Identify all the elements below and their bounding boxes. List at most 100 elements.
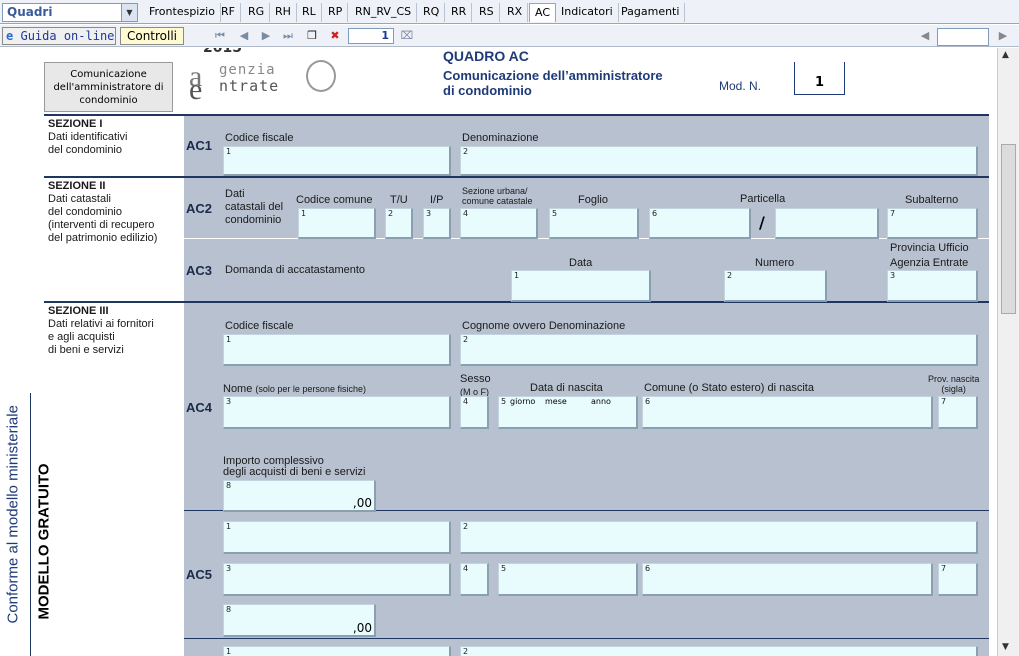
field-num: 2 bbox=[463, 522, 469, 531]
field-num: 3 bbox=[226, 397, 232, 406]
prev-page-icon[interactable]: ◀ bbox=[237, 29, 251, 43]
ac4-prov-2: (sigla) bbox=[941, 384, 966, 394]
guida-label: Guida on-line bbox=[20, 29, 115, 43]
guida-online-button[interactable]: e Guida on-line bbox=[2, 27, 116, 45]
field-num: 5 bbox=[501, 564, 507, 573]
tab-rn-rv-cs[interactable]: RN_RV_CS bbox=[350, 3, 418, 22]
conforme-text: Conforme al modello ministeriale bbox=[4, 405, 22, 624]
page-number-field[interactable]: 1 bbox=[348, 28, 394, 44]
ac2-foglio-field[interactable]: 5 bbox=[549, 208, 639, 239]
form-year: 2015 bbox=[203, 48, 242, 56]
tab-rs[interactable]: RS bbox=[474, 3, 500, 22]
tab-rx[interactable]: RX bbox=[502, 3, 529, 22]
field-num: 5 bbox=[552, 209, 558, 218]
ac5-nascita-field[interactable]: 5 bbox=[498, 563, 638, 596]
ac4-nome-field[interactable]: 3 bbox=[223, 396, 451, 429]
ac5-importo-field[interactable]: 8 ,00 bbox=[223, 604, 376, 637]
goto-page-icon[interactable]: ⌧ bbox=[400, 29, 414, 43]
tab-rh[interactable]: RH bbox=[270, 3, 297, 22]
field-num: 1 bbox=[226, 647, 232, 656]
ac4-cognome-label: Cognome ovvero Denominazione bbox=[462, 320, 626, 332]
ac3-numero-label: Numero bbox=[755, 257, 795, 269]
tab-rl[interactable]: RL bbox=[297, 3, 322, 22]
emblem-icon bbox=[306, 60, 336, 92]
sezione-2-line2: del condominio bbox=[48, 206, 122, 218]
ac4-comune-field[interactable]: 6 bbox=[642, 396, 933, 429]
tab-bar: Quadri ▼ Frontespizio RF RG RH RL RP RN_… bbox=[0, 0, 1019, 24]
tab-frontespizio[interactable]: Frontespizio bbox=[144, 3, 221, 22]
ac2-subalterno-field[interactable]: 7 bbox=[887, 208, 978, 239]
first-page-icon[interactable]: ⏮ bbox=[213, 29, 227, 43]
ac5-code: AC5 bbox=[186, 567, 213, 582]
sezione-2-title: SEZIONE II bbox=[48, 180, 106, 192]
scroll-down-icon[interactable]: ▼ bbox=[1002, 642, 1009, 652]
search-field[interactable] bbox=[937, 28, 989, 46]
ac2-dati-3: condominio bbox=[225, 214, 282, 226]
next-page-icon[interactable]: ▶ bbox=[259, 29, 273, 43]
last-page-icon[interactable]: ⏭ bbox=[281, 29, 295, 43]
scroll-left-icon[interactable]: ◀ bbox=[918, 29, 932, 43]
ac6-cf-field[interactable]: 1 bbox=[223, 646, 451, 656]
tab-rp[interactable]: RP bbox=[323, 3, 349, 22]
ac2-sezione-label: Sezione urbana/ comune catastale bbox=[462, 186, 533, 206]
ac1-cf-field[interactable]: 1 bbox=[223, 146, 451, 176]
ac4-importo-field[interactable]: 8 ,00 bbox=[223, 480, 376, 512]
sezione-3-line1: Dati relativi ai fornitori bbox=[48, 318, 154, 330]
ac5-cognome-field[interactable]: 2 bbox=[460, 521, 978, 554]
delete-page-icon[interactable]: ✖ bbox=[328, 29, 342, 43]
ac4-prov-field[interactable]: 7 bbox=[938, 396, 978, 429]
ac4-cognome-field[interactable]: 2 bbox=[460, 334, 978, 366]
ac5-sesso-field[interactable]: 4 bbox=[460, 563, 489, 596]
logo-top-text: genzia bbox=[219, 62, 276, 78]
scroll-thumb[interactable] bbox=[1001, 144, 1016, 314]
quadri-select[interactable]: Quadri ▼ bbox=[2, 3, 138, 22]
ac3-data-label: Data bbox=[569, 257, 593, 269]
logo-bottom-text: ntrate bbox=[219, 77, 280, 95]
ac2-dati-1: Dati bbox=[225, 188, 245, 200]
chevron-down-icon[interactable]: ▼ bbox=[121, 4, 137, 21]
scroll-right-icon[interactable]: ▶ bbox=[996, 29, 1010, 43]
controlli-button[interactable]: Controlli bbox=[120, 27, 184, 45]
ac4-nome-label: Nome (solo per le persone fisiche) bbox=[223, 383, 366, 395]
ac5-prov-field[interactable]: 7 bbox=[938, 563, 978, 596]
ac2-sezione-field[interactable]: 4 bbox=[460, 208, 538, 239]
ac2-particella-field[interactable]: 6 bbox=[649, 208, 751, 239]
divider-ac6 bbox=[184, 638, 989, 639]
ac1-cf-label: Codice fiscale bbox=[225, 132, 294, 144]
tab-rg[interactable]: RG bbox=[243, 3, 271, 22]
ac5-nome-field[interactable]: 3 bbox=[223, 563, 451, 596]
mod-n-field[interactable]: 1 bbox=[794, 62, 845, 95]
tab-rr[interactable]: RR bbox=[446, 3, 473, 22]
sezione-2-heading: SEZIONE II Dati catastali del condominio… bbox=[48, 180, 157, 245]
ac5-cf-field[interactable]: 1 bbox=[223, 521, 451, 554]
tab-indicatori[interactable]: Indicatori bbox=[556, 3, 619, 22]
new-page-icon[interactable]: ❐ bbox=[305, 29, 319, 43]
ac2-comune-field[interactable]: 1 bbox=[298, 208, 376, 239]
ac1-den-label: Denominazione bbox=[462, 132, 539, 144]
ac2-particella-2-field[interactable] bbox=[775, 208, 879, 239]
mod-n-label: Mod. N. bbox=[719, 79, 762, 93]
field-num: 2 bbox=[388, 209, 394, 218]
tab-rf[interactable]: RF bbox=[216, 3, 241, 22]
field-num: 1 bbox=[226, 522, 232, 531]
ac1-den-field[interactable]: 2 bbox=[460, 146, 978, 176]
ac3-prov-field[interactable]: 3 bbox=[887, 270, 978, 302]
ac4-sesso-field[interactable]: 4 bbox=[460, 396, 489, 429]
ac3-numero-field[interactable]: 2 bbox=[724, 270, 827, 302]
tab-rq[interactable]: RQ bbox=[418, 3, 446, 22]
ac5-comune-field[interactable]: 6 bbox=[642, 563, 933, 596]
field-num: 7 bbox=[890, 209, 896, 218]
ac2-tu-field[interactable]: 2 bbox=[385, 208, 413, 239]
vertical-scrollbar[interactable]: ▲ ▼ bbox=[997, 48, 1019, 656]
sezione-2-line4: del patrimonio edilizio) bbox=[48, 232, 158, 244]
ac3-data-field[interactable]: 1 bbox=[511, 270, 651, 302]
ac6-cognome-field[interactable]: 2 bbox=[460, 646, 978, 656]
ac4-decimals: ,00 bbox=[352, 496, 372, 510]
scroll-up-icon[interactable]: ▲ bbox=[1002, 50, 1009, 60]
tab-ac[interactable]: AC bbox=[529, 3, 557, 22]
tab-pagamenti[interactable]: Pagamenti bbox=[616, 3, 686, 22]
ac2-ip-field[interactable]: 3 bbox=[423, 208, 451, 239]
ac4-nascita-field[interactable]: 5 giorno mese anno bbox=[498, 396, 638, 429]
ac4-cf-field[interactable]: 1 bbox=[223, 334, 451, 366]
comunicazione-button[interactable]: Comunicazione dell'amministratore di con… bbox=[44, 62, 173, 112]
